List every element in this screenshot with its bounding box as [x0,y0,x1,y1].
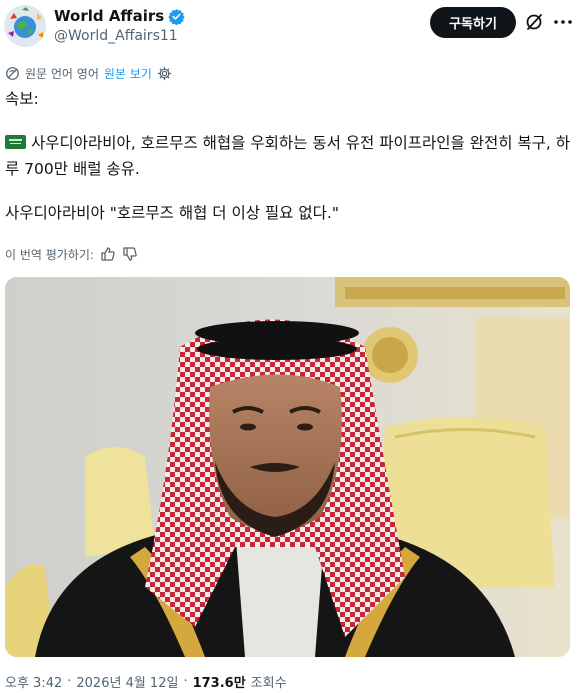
grok-icon[interactable] [524,12,544,32]
show-original-link[interactable]: 원본 보기 [104,65,152,82]
tweet-line-main: 사우디아라비아, 호르무즈 해협을 우회하는 동서 유전 파이프라인을 완전히 … [5,130,577,182]
tweet-photo[interactable] [5,277,570,657]
meta-separator: · [67,673,72,689]
thumbs-down-icon[interactable] [122,246,138,262]
saudi-flag-icon [5,135,26,149]
tweet-line-quote: 사우디아라비아 "호르무즈 해협 더 이상 필요 없다." [5,204,339,222]
rate-translation: 이 번역 평가하기: [5,244,138,264]
translation-notice: 원문 언어 영어 원본 보기 [5,64,172,82]
tweet-header: World Affairs @World_Affairs11 구독하기 [0,0,586,56]
tweet-text: 속보: 사우디아라비아, 호르무즈 해협을 우회하는 동서 유전 파이프라인을 … [5,86,577,226]
views-label: 조회수 [250,675,287,691]
tweet-date[interactable]: 2026년 4월 12일 [76,672,178,691]
tweet-main-text: 사우디아라비아, 호르무즈 해협을 우회하는 동서 유전 파이프라인을 완전히 … [5,134,571,178]
display-name[interactable]: World Affairs [54,7,164,25]
verified-badge-icon [168,8,185,25]
thumbs-up-icon[interactable] [100,246,116,262]
avatar[interactable] [4,5,46,47]
meta-separator: · [183,673,188,689]
translation-source: 원문 언어 영어 [25,66,99,81]
gear-icon[interactable] [157,66,172,81]
more-icon[interactable] [552,12,574,32]
subscribe-button[interactable]: 구독하기 [430,7,516,38]
tweet-time[interactable]: 오후 3:42 [5,672,62,691]
rate-translation-label: 이 번역 평가하기: [5,247,94,262]
author-name-row: World Affairs [54,7,185,25]
author-handle[interactable]: @World_Affairs11 [54,28,178,44]
tweet-meta: 오후 3:42 · 2026년 4월 12일 · 173.6만 조회수 [5,672,287,691]
views-count: 173.6만 [192,675,246,691]
translate-icon [5,66,20,81]
tweet-line-breaking: 속보: [5,90,39,108]
